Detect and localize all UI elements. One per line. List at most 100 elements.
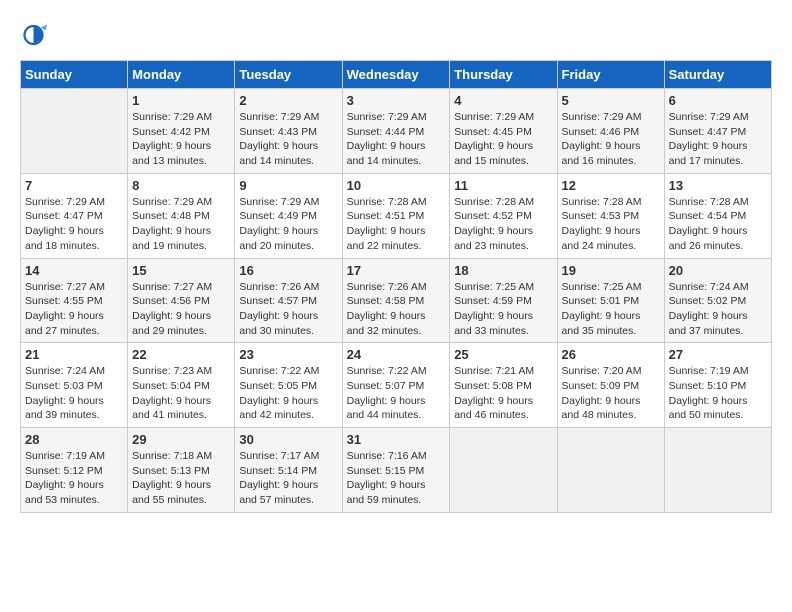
- calendar-cell: 27 Sunrise: 7:19 AMSunset: 5:10 PMDaylig…: [664, 343, 771, 428]
- day-number: 19: [562, 263, 660, 278]
- calendar-cell: 24 Sunrise: 7:22 AMSunset: 5:07 PMDaylig…: [342, 343, 450, 428]
- day-number: 21: [25, 347, 123, 362]
- calendar-week-row: 7 Sunrise: 7:29 AMSunset: 4:47 PMDayligh…: [21, 173, 772, 258]
- calendar-cell: 29 Sunrise: 7:18 AMSunset: 5:13 PMDaylig…: [128, 428, 235, 513]
- calendar-table: SundayMondayTuesdayWednesdayThursdayFrid…: [20, 60, 772, 513]
- day-info: Sunrise: 7:26 AMSunset: 4:57 PMDaylight:…: [239, 280, 337, 339]
- calendar-week-row: 14 Sunrise: 7:27 AMSunset: 4:55 PMDaylig…: [21, 258, 772, 343]
- day-info: Sunrise: 7:22 AMSunset: 5:05 PMDaylight:…: [239, 364, 337, 423]
- calendar-cell: 15 Sunrise: 7:27 AMSunset: 4:56 PMDaylig…: [128, 258, 235, 343]
- calendar-cell: 7 Sunrise: 7:29 AMSunset: 4:47 PMDayligh…: [21, 173, 128, 258]
- calendar-cell: 28 Sunrise: 7:19 AMSunset: 5:12 PMDaylig…: [21, 428, 128, 513]
- calendar-week-row: 1 Sunrise: 7:29 AMSunset: 4:42 PMDayligh…: [21, 89, 772, 174]
- calendar-cell: 11 Sunrise: 7:28 AMSunset: 4:52 PMDaylig…: [450, 173, 557, 258]
- calendar-cell: 22 Sunrise: 7:23 AMSunset: 5:04 PMDaylig…: [128, 343, 235, 428]
- day-info: Sunrise: 7:28 AMSunset: 4:53 PMDaylight:…: [562, 195, 660, 254]
- day-header-sunday: Sunday: [21, 61, 128, 89]
- day-number: 24: [347, 347, 446, 362]
- day-info: Sunrise: 7:27 AMSunset: 4:56 PMDaylight:…: [132, 280, 230, 339]
- day-header-tuesday: Tuesday: [235, 61, 342, 89]
- calendar-cell: 17 Sunrise: 7:26 AMSunset: 4:58 PMDaylig…: [342, 258, 450, 343]
- day-info: Sunrise: 7:24 AMSunset: 5:03 PMDaylight:…: [25, 364, 123, 423]
- calendar-cell: 12 Sunrise: 7:28 AMSunset: 4:53 PMDaylig…: [557, 173, 664, 258]
- day-number: 26: [562, 347, 660, 362]
- day-info: Sunrise: 7:18 AMSunset: 5:13 PMDaylight:…: [132, 449, 230, 508]
- calendar-cell: 5 Sunrise: 7:29 AMSunset: 4:46 PMDayligh…: [557, 89, 664, 174]
- calendar-cell: 13 Sunrise: 7:28 AMSunset: 4:54 PMDaylig…: [664, 173, 771, 258]
- day-info: Sunrise: 7:22 AMSunset: 5:07 PMDaylight:…: [347, 364, 446, 423]
- calendar-cell: 3 Sunrise: 7:29 AMSunset: 4:44 PMDayligh…: [342, 89, 450, 174]
- calendar-cell: 8 Sunrise: 7:29 AMSunset: 4:48 PMDayligh…: [128, 173, 235, 258]
- logo: [20, 20, 54, 50]
- day-number: 12: [562, 178, 660, 193]
- day-info: Sunrise: 7:29 AMSunset: 4:47 PMDaylight:…: [25, 195, 123, 254]
- day-info: Sunrise: 7:29 AMSunset: 4:43 PMDaylight:…: [239, 110, 337, 169]
- calendar-cell: 26 Sunrise: 7:20 AMSunset: 5:09 PMDaylig…: [557, 343, 664, 428]
- day-info: Sunrise: 7:28 AMSunset: 4:52 PMDaylight:…: [454, 195, 552, 254]
- calendar-cell: 4 Sunrise: 7:29 AMSunset: 4:45 PMDayligh…: [450, 89, 557, 174]
- day-info: Sunrise: 7:23 AMSunset: 5:04 PMDaylight:…: [132, 364, 230, 423]
- day-number: 7: [25, 178, 123, 193]
- calendar-cell: 25 Sunrise: 7:21 AMSunset: 5:08 PMDaylig…: [450, 343, 557, 428]
- calendar-cell: [557, 428, 664, 513]
- day-number: 28: [25, 432, 123, 447]
- day-number: 3: [347, 93, 446, 108]
- day-number: 9: [239, 178, 337, 193]
- calendar-cell: 10 Sunrise: 7:28 AMSunset: 4:51 PMDaylig…: [342, 173, 450, 258]
- calendar-cell: 30 Sunrise: 7:17 AMSunset: 5:14 PMDaylig…: [235, 428, 342, 513]
- day-number: 13: [669, 178, 767, 193]
- day-number: 17: [347, 263, 446, 278]
- page-header: [20, 20, 772, 50]
- day-info: Sunrise: 7:29 AMSunset: 4:48 PMDaylight:…: [132, 195, 230, 254]
- day-info: Sunrise: 7:26 AMSunset: 4:58 PMDaylight:…: [347, 280, 446, 339]
- calendar-cell: 1 Sunrise: 7:29 AMSunset: 4:42 PMDayligh…: [128, 89, 235, 174]
- day-info: Sunrise: 7:29 AMSunset: 4:44 PMDaylight:…: [347, 110, 446, 169]
- calendar-cell: 31 Sunrise: 7:16 AMSunset: 5:15 PMDaylig…: [342, 428, 450, 513]
- day-number: 2: [239, 93, 337, 108]
- day-number: 30: [239, 432, 337, 447]
- calendar-cell: 21 Sunrise: 7:24 AMSunset: 5:03 PMDaylig…: [21, 343, 128, 428]
- day-info: Sunrise: 7:21 AMSunset: 5:08 PMDaylight:…: [454, 364, 552, 423]
- day-number: 29: [132, 432, 230, 447]
- logo-icon: [20, 20, 50, 50]
- day-header-monday: Monday: [128, 61, 235, 89]
- day-number: 14: [25, 263, 123, 278]
- day-header-thursday: Thursday: [450, 61, 557, 89]
- day-info: Sunrise: 7:29 AMSunset: 4:47 PMDaylight:…: [669, 110, 767, 169]
- day-info: Sunrise: 7:28 AMSunset: 4:54 PMDaylight:…: [669, 195, 767, 254]
- day-number: 15: [132, 263, 230, 278]
- day-info: Sunrise: 7:29 AMSunset: 4:42 PMDaylight:…: [132, 110, 230, 169]
- day-number: 4: [454, 93, 552, 108]
- day-number: 11: [454, 178, 552, 193]
- day-number: 6: [669, 93, 767, 108]
- calendar-cell: [664, 428, 771, 513]
- day-number: 5: [562, 93, 660, 108]
- calendar-week-row: 21 Sunrise: 7:24 AMSunset: 5:03 PMDaylig…: [21, 343, 772, 428]
- calendar-header-row: SundayMondayTuesdayWednesdayThursdayFrid…: [21, 61, 772, 89]
- calendar-cell: [450, 428, 557, 513]
- day-header-friday: Friday: [557, 61, 664, 89]
- day-number: 20: [669, 263, 767, 278]
- calendar-cell: 2 Sunrise: 7:29 AMSunset: 4:43 PMDayligh…: [235, 89, 342, 174]
- day-info: Sunrise: 7:27 AMSunset: 4:55 PMDaylight:…: [25, 280, 123, 339]
- calendar-week-row: 28 Sunrise: 7:19 AMSunset: 5:12 PMDaylig…: [21, 428, 772, 513]
- day-info: Sunrise: 7:19 AMSunset: 5:10 PMDaylight:…: [669, 364, 767, 423]
- day-number: 22: [132, 347, 230, 362]
- calendar-cell: [21, 89, 128, 174]
- day-header-wednesday: Wednesday: [342, 61, 450, 89]
- day-number: 18: [454, 263, 552, 278]
- day-number: 16: [239, 263, 337, 278]
- calendar-cell: 20 Sunrise: 7:24 AMSunset: 5:02 PMDaylig…: [664, 258, 771, 343]
- day-number: 23: [239, 347, 337, 362]
- day-info: Sunrise: 7:17 AMSunset: 5:14 PMDaylight:…: [239, 449, 337, 508]
- day-info: Sunrise: 7:28 AMSunset: 4:51 PMDaylight:…: [347, 195, 446, 254]
- day-number: 31: [347, 432, 446, 447]
- calendar-cell: 18 Sunrise: 7:25 AMSunset: 4:59 PMDaylig…: [450, 258, 557, 343]
- day-info: Sunrise: 7:24 AMSunset: 5:02 PMDaylight:…: [669, 280, 767, 339]
- calendar-cell: 19 Sunrise: 7:25 AMSunset: 5:01 PMDaylig…: [557, 258, 664, 343]
- day-info: Sunrise: 7:20 AMSunset: 5:09 PMDaylight:…: [562, 364, 660, 423]
- day-number: 27: [669, 347, 767, 362]
- calendar-cell: 23 Sunrise: 7:22 AMSunset: 5:05 PMDaylig…: [235, 343, 342, 428]
- day-info: Sunrise: 7:29 AMSunset: 4:45 PMDaylight:…: [454, 110, 552, 169]
- day-info: Sunrise: 7:19 AMSunset: 5:12 PMDaylight:…: [25, 449, 123, 508]
